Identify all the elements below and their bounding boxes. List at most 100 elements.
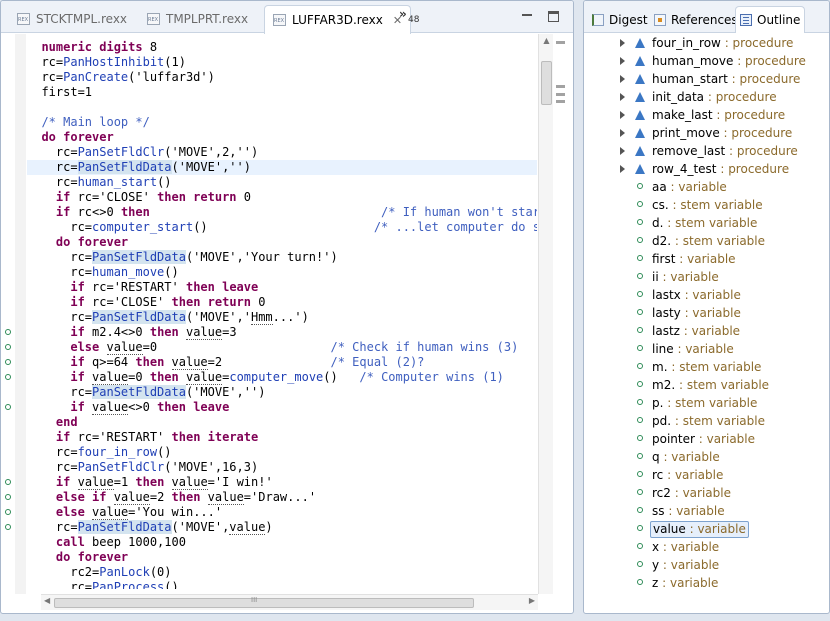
expand-icon[interactable] bbox=[620, 165, 625, 173]
outline-item[interactable]: aa : variable bbox=[584, 178, 829, 196]
overview-mark[interactable] bbox=[556, 85, 565, 88]
horizontal-scroll-thumb[interactable] bbox=[54, 598, 474, 608]
code-line[interactable]: rc=PanSetFldClr('MOVE',2,'') bbox=[27, 145, 537, 160]
minimize-icon[interactable] bbox=[520, 8, 534, 22]
outline-item[interactable]: cs. : stem variable bbox=[584, 196, 829, 214]
overview-mark[interactable] bbox=[556, 100, 565, 103]
tab-luffar3d[interactable]: LUFFAR3D.rexx ✕ bbox=[264, 5, 412, 34]
outline-item[interactable]: human_move : procedure bbox=[584, 52, 829, 70]
scroll-right-icon[interactable]: ▶ bbox=[529, 596, 535, 605]
outline-item[interactable]: human_start : procedure bbox=[584, 70, 829, 88]
code-line[interactable]: rc=PanProcess() bbox=[27, 580, 537, 589]
outline-item[interactable]: m. : stem variable bbox=[584, 358, 829, 376]
code-line[interactable]: rc=PanHostInhibit(1) bbox=[27, 55, 537, 70]
tab-digest[interactable]: Digest bbox=[588, 6, 652, 33]
outline-item[interactable]: rc2 : variable bbox=[584, 484, 829, 502]
code-area[interactable]: numeric digits 8 rc=PanHostInhibit(1) rc… bbox=[27, 40, 537, 589]
outline-item[interactable]: pointer : variable bbox=[584, 430, 829, 448]
code-line[interactable]: else if value=2 then value='Draw...' bbox=[27, 490, 537, 505]
code-line[interactable]: do forever bbox=[27, 130, 537, 145]
code-line[interactable]: else value=0 /* Check if human wins (3) bbox=[27, 340, 537, 355]
outline-item[interactable]: first : variable bbox=[584, 250, 829, 268]
outline-item[interactable]: four_in_row : procedure bbox=[584, 34, 829, 52]
code-line[interactable]: rc=PanSetFldData('MOVE','') bbox=[27, 160, 537, 175]
code-line[interactable]: if rc<>0 then /* If human won't start... bbox=[27, 205, 537, 220]
code-line[interactable]: numeric digits 8 bbox=[27, 40, 537, 55]
code-line[interactable]: rc=human_start() bbox=[27, 175, 537, 190]
code-line[interactable]: rc=PanSetFldData('MOVE','Your turn!') bbox=[27, 250, 537, 265]
outline-item[interactable]: print_move : procedure bbox=[584, 124, 829, 142]
outline-item-label: x : variable bbox=[652, 540, 720, 554]
code-line[interactable]: /* Main loop */ bbox=[27, 115, 537, 130]
outline-item[interactable]: line : variable bbox=[584, 340, 829, 358]
outline-item-name: four_in_row bbox=[652, 36, 721, 50]
tab-tmplprt[interactable]: TMPLPRT.rexx bbox=[139, 5, 256, 33]
outline-item[interactable]: rc : variable bbox=[584, 466, 829, 484]
code-line[interactable]: if rc='CLOSE' then return 0 bbox=[27, 190, 537, 205]
expand-icon[interactable] bbox=[620, 39, 625, 47]
code-line[interactable]: if q>=64 then value=2 /* Equal (2)? bbox=[27, 355, 537, 370]
code-line[interactable]: do forever bbox=[27, 550, 537, 565]
code-line[interactable]: else value='You win...' bbox=[27, 505, 537, 520]
expand-icon[interactable] bbox=[620, 129, 625, 137]
expand-icon[interactable] bbox=[620, 111, 625, 119]
code-line[interactable]: if m2.4<>0 then value=3 bbox=[27, 325, 537, 340]
code-line[interactable]: rc=PanSetFldData('MOVE','') bbox=[27, 385, 537, 400]
vertical-scroll-thumb[interactable] bbox=[541, 61, 552, 105]
code-line[interactable]: rc2=PanLock(0) bbox=[27, 565, 537, 580]
code-line[interactable]: call beep 1000,100 bbox=[27, 535, 537, 550]
outline-item[interactable]: q : variable bbox=[584, 448, 829, 466]
outline-item[interactable]: init_data : procedure bbox=[584, 88, 829, 106]
tab-references[interactable]: References bbox=[650, 6, 742, 33]
scroll-up-icon[interactable]: ▲ bbox=[539, 36, 554, 49]
outline-item[interactable]: make_last : procedure bbox=[584, 106, 829, 124]
outline-item-label: make_last : procedure bbox=[652, 108, 786, 122]
outline-item[interactable]: remove_last : procedure bbox=[584, 142, 829, 160]
code-line[interactable]: rc=PanSetFldClr('MOVE',16,3) bbox=[27, 460, 537, 475]
code-line[interactable]: rc=computer_start() /* ...let computer d… bbox=[27, 220, 537, 235]
horizontal-scrollbar[interactable]: ◀ III ▶ bbox=[41, 594, 538, 610]
outline-item[interactable]: lastz : variable bbox=[584, 322, 829, 340]
tab-stcktmpl[interactable]: STCKTMPL.rexx bbox=[9, 5, 135, 33]
code-line[interactable]: if value=0 then value=computer_move() /*… bbox=[27, 370, 537, 385]
code-line[interactable]: do forever bbox=[27, 235, 537, 250]
outline-item[interactable]: ii : variable bbox=[584, 268, 829, 286]
maximize-icon[interactable] bbox=[548, 11, 559, 22]
code-line[interactable] bbox=[27, 100, 537, 115]
expand-icon[interactable] bbox=[620, 93, 625, 101]
expand-icon[interactable] bbox=[620, 147, 625, 155]
outline-item[interactable]: y : variable bbox=[584, 556, 829, 574]
expand-icon[interactable] bbox=[620, 57, 625, 65]
expand-icon[interactable] bbox=[620, 75, 625, 83]
code-line[interactable]: first=1 bbox=[27, 85, 537, 100]
tab-overflow-icon[interactable]: » bbox=[399, 7, 407, 21]
outline-item[interactable]: lastx : variable bbox=[584, 286, 829, 304]
outline-item[interactable]: value : variable bbox=[584, 520, 829, 538]
code-line[interactable]: rc=PanCreate('luffar3d') bbox=[27, 70, 537, 85]
outline-item[interactable]: pd. : stem variable bbox=[584, 412, 829, 430]
outline-item[interactable]: d2. : stem variable bbox=[584, 232, 829, 250]
code-line[interactable]: if rc='RESTART' then iterate bbox=[27, 430, 537, 445]
code-line[interactable]: end bbox=[27, 415, 537, 430]
vertical-scrollbar[interactable]: ▲ bbox=[538, 34, 553, 594]
outline-item[interactable]: x : variable bbox=[584, 538, 829, 556]
code-line[interactable]: rc=human_move() bbox=[27, 265, 537, 280]
code-line[interactable]: if value<>0 then leave bbox=[27, 400, 537, 415]
code-line[interactable]: rc=PanSetFldData('MOVE','Hmm...') bbox=[27, 310, 537, 325]
code-line[interactable]: rc=four_in_row() bbox=[27, 445, 537, 460]
outline-item[interactable]: z : variable bbox=[584, 574, 829, 592]
outline-item[interactable]: ss : variable bbox=[584, 502, 829, 520]
code-line[interactable]: if rc='CLOSE' then return 0 bbox=[27, 295, 537, 310]
outline-item[interactable]: row_4_test : procedure bbox=[584, 160, 829, 178]
code-line[interactable]: if rc='RESTART' then leave bbox=[27, 280, 537, 295]
tab-outline[interactable]: Outline bbox=[735, 6, 806, 33]
scroll-left-icon[interactable]: ◀ bbox=[44, 596, 50, 605]
outline-item[interactable]: p. : stem variable bbox=[584, 394, 829, 412]
code-line[interactable]: rc=PanSetFldData('MOVE',value) bbox=[27, 520, 537, 535]
code-line[interactable]: if value=1 then value='I win!' bbox=[27, 475, 537, 490]
outline-item[interactable]: m2. : stem variable bbox=[584, 376, 829, 394]
outline-item[interactable]: d. : stem variable bbox=[584, 214, 829, 232]
outline-item[interactable]: lasty : variable bbox=[584, 304, 829, 322]
overview-mark[interactable] bbox=[556, 93, 565, 96]
overview-mark[interactable] bbox=[556, 41, 565, 44]
